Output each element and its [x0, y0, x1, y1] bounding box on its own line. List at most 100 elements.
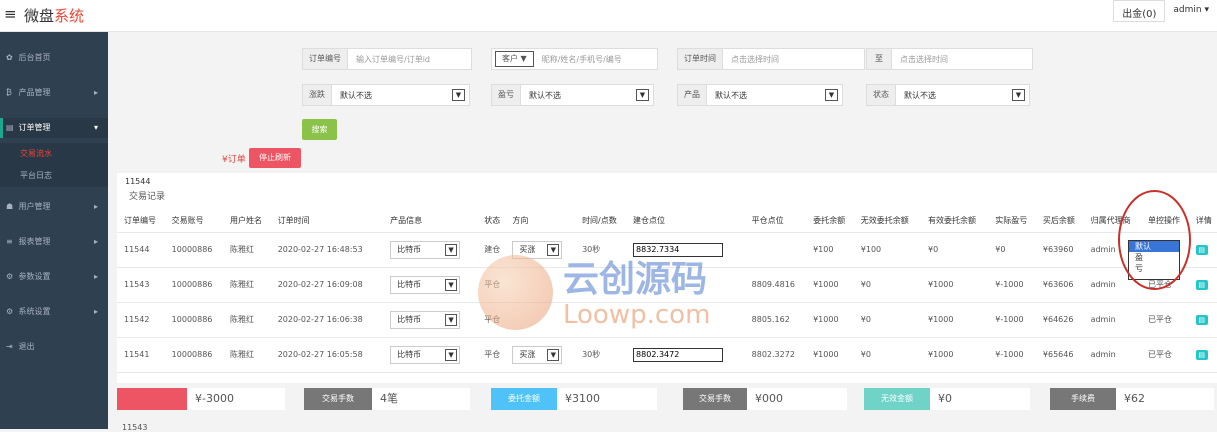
order-time-input[interactable]: 点击选择时间	[723, 54, 779, 65]
summary-value: ¥0	[930, 388, 1030, 410]
watermark-logo-icon	[478, 255, 553, 330]
order-time-to-input[interactable]: 点击选择时间	[892, 54, 948, 65]
summary-label: 无效金额	[864, 388, 930, 410]
direction-select[interactable]: 买涨 ▼	[512, 345, 563, 364]
updown-value: 默认不选	[340, 90, 372, 100]
panel-order-id: 11544	[125, 177, 151, 186]
cell-detail: ▤	[1188, 302, 1217, 338]
col-account: 交易账号	[164, 210, 224, 233]
product-select[interactable]: 比特币 ▼	[390, 240, 461, 259]
sidebar-sub-platform-log[interactable]: 平台日志	[0, 165, 108, 187]
col-direction: 方向	[505, 210, 576, 233]
sidebar-item-products[interactable]: ₿ 产品管理 ▸	[0, 83, 108, 103]
summary-value: ¥3100	[557, 388, 657, 410]
withdraw-button[interactable]: 出金(0)	[1113, 0, 1166, 22]
summary-entrust: 委托金额 ¥3100	[491, 388, 657, 410]
order-icon: ▤	[6, 123, 14, 132]
open-price-input[interactable]	[633, 347, 724, 362]
cell-open	[626, 337, 745, 373]
detail-icon[interactable]: ▤	[1195, 279, 1208, 290]
cell-product: 比特币 ▼	[383, 337, 478, 373]
sidebar-item-logout[interactable]: ⇥ 退出	[0, 337, 108, 357]
sidebar-item-params[interactable]: ⚙ 参数设置 ▸	[0, 267, 108, 287]
sidebar-item-label: 订单管理	[18, 123, 51, 132]
col-order-no: 订单编号	[117, 210, 165, 233]
caret-down-icon: ▼	[445, 313, 458, 326]
product-select-value: 比特币	[397, 315, 422, 324]
col-invalid: 无效委托余额	[853, 210, 921, 233]
col-pl: 实际盈亏	[988, 210, 1036, 233]
cell-agent: admin	[1083, 337, 1142, 373]
search-button[interactable]: 搜索	[302, 119, 337, 140]
cell-order-no: 11541	[117, 337, 165, 373]
sidebar-item-reports[interactable]: ≡ 报表管理 ▸	[0, 232, 108, 252]
sidebar-item-home[interactable]: ✿ 后台首页	[0, 48, 108, 68]
cell-product: 比特币 ▼	[383, 302, 478, 338]
profit-filter[interactable]: 盈亏 默认不选 ▼	[491, 84, 654, 106]
cell-order-no: 11542	[117, 302, 165, 338]
cell-time: 2020-02-27 16:05:58	[270, 337, 384, 373]
caret-down-icon: ▼	[547, 348, 560, 361]
user-menu[interactable]: admin ▾	[1165, 0, 1217, 22]
product-filter[interactable]: 产品 默认不选 ▼	[677, 84, 843, 106]
sidebar-item-users[interactable]: ☗ 用户管理 ▸	[0, 197, 108, 217]
cell-product: 比特币 ▼	[383, 232, 478, 268]
summary-value: ¥-3000	[187, 388, 285, 410]
order-no-input[interactable]: 输入订单编号/订单id	[348, 54, 430, 65]
summary-profit: ¥-3000	[117, 388, 285, 410]
sidebar-item-system[interactable]: ⚙ 系统设置 ▸	[0, 302, 108, 322]
customer-type-select[interactable]: 客户 ▼	[495, 51, 534, 67]
cell-invalid: ¥0	[853, 302, 921, 338]
product-select[interactable]: 比特币 ▼	[390, 310, 461, 329]
summary-trade-count: 交易手数 4笔	[304, 388, 470, 410]
customer-type-value: 客户	[502, 54, 518, 63]
table-header-row: 订单编号 交易账号 用户姓名 订单时间 产品信息 状态 方向 时间/点数 建仓点…	[117, 210, 1217, 233]
summary-fee: 手续费 ¥62	[1050, 388, 1214, 410]
col-detail: 详情	[1188, 210, 1217, 233]
detail-icon[interactable]: ▤	[1195, 244, 1208, 255]
col-entrust: 委托余额	[806, 210, 854, 233]
user-name: admin	[1173, 5, 1202, 15]
cell-pl: ¥0	[988, 232, 1036, 268]
product-value: 默认不选	[715, 90, 747, 100]
summary-value: ¥62	[1116, 388, 1214, 410]
order-time-label: 订单时间	[678, 49, 723, 69]
col-status: 状态	[477, 210, 506, 233]
cell-status: 平仓	[477, 337, 506, 373]
summary-label: 交易手数	[683, 388, 747, 410]
status-filter[interactable]: 状态 默认不选 ▼	[866, 84, 1030, 106]
hamburger-icon[interactable]: ≡	[4, 7, 17, 22]
detail-icon[interactable]: ▤	[1195, 314, 1208, 325]
cell-order-no: 11544	[117, 232, 165, 268]
customer-input[interactable]: 昵称/姓名/手机号/编号	[534, 54, 622, 65]
cell-detail: ▤	[1188, 232, 1217, 268]
sidebar-item-label: 产品管理	[18, 88, 51, 97]
cell-ctl: 已平仓	[1141, 302, 1189, 338]
product-select[interactable]: 比特币 ▼	[390, 345, 461, 364]
cell-account: 10000886	[164, 267, 224, 303]
product-select[interactable]: 比特币 ▼	[390, 275, 461, 294]
cell-after: ¥64626	[1035, 302, 1084, 338]
chevron-right-icon: ▸	[93, 237, 98, 246]
caret-down-icon: ▼	[520, 54, 527, 63]
sidebar-item-orders[interactable]: ▤ 订单管理 ▾	[0, 118, 108, 138]
stop-refresh-button[interactable]: 停止刷新	[249, 148, 301, 168]
caret-down-icon: ▼	[445, 243, 458, 256]
summary-invalid: 无效金额 ¥0	[864, 388, 1030, 410]
bitcoin-icon: ₿	[6, 88, 12, 97]
updown-filter[interactable]: 涨跌 默认不选 ▼	[302, 84, 470, 106]
home-icon: ✿	[6, 53, 13, 62]
chevron-down-icon: ▾	[93, 123, 98, 132]
cell-valid: ¥1000	[921, 267, 989, 303]
sidebar-item-label: 后台首页	[18, 53, 51, 62]
cell-pl: ¥-1000	[988, 302, 1036, 338]
summary-label: 手续费	[1050, 388, 1116, 410]
status-label: 状态	[867, 85, 896, 105]
detail-icon[interactable]: ▤	[1195, 349, 1208, 360]
summary-label: 委托金额	[491, 388, 557, 410]
panel-title: 交易记录	[129, 192, 166, 202]
cell-entrust: ¥1000	[806, 302, 854, 338]
sidebar-sub-transactions[interactable]: 交易流水	[0, 143, 108, 165]
caret-down-icon: ▼	[1012, 89, 1025, 101]
caret-down-icon: ▼	[452, 89, 465, 101]
